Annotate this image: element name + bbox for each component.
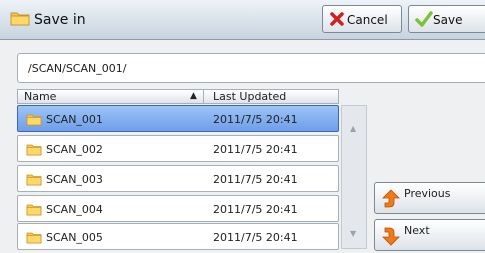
dialog-title: Save in: [34, 12, 86, 28]
previous-button[interactable]: Previous: [374, 182, 485, 214]
list-item[interactable]: SCAN_005 2011/7/5 20:41: [17, 223, 339, 250]
folder-name: SCAN_001: [46, 113, 103, 126]
folder-icon: [26, 143, 42, 159]
previous-label: Previous: [404, 187, 451, 200]
column-header-name[interactable]: Name: [24, 90, 56, 103]
arrow-up-icon: [381, 189, 401, 212]
checkmark-icon: [415, 11, 433, 30]
folder-last-updated: 2011/7/5 20:41: [213, 173, 298, 186]
cancel-x-icon: [329, 11, 345, 30]
folder-name: SCAN_005: [46, 231, 103, 244]
folder-icon: [26, 173, 42, 189]
save-label: Save: [433, 13, 463, 27]
folder-name: SCAN_003: [46, 173, 103, 186]
folder-icon: [26, 231, 42, 247]
list-scrollbar[interactable]: ▲ ▼: [341, 105, 367, 249]
list-item[interactable]: SCAN_002 2011/7/5 20:41: [17, 135, 339, 162]
list-item[interactable]: SCAN_004 2011/7/5 20:41: [17, 195, 339, 222]
list-item[interactable]: SCAN_001 2011/7/5 20:41: [17, 105, 339, 132]
folder-name: SCAN_004: [46, 203, 103, 216]
folder-last-updated: 2011/7/5 20:41: [213, 143, 298, 156]
list-item[interactable]: SCAN_003 2011/7/5 20:41: [17, 165, 339, 192]
cancel-label: Cancel: [347, 13, 388, 27]
cancel-button[interactable]: Cancel: [322, 5, 402, 33]
save-button[interactable]: Save: [408, 5, 485, 33]
scroll-down-arrow-icon[interactable]: ▼: [350, 229, 356, 238]
folder-last-updated: 2011/7/5 20:41: [213, 203, 298, 216]
column-header-last-updated[interactable]: Last Updated: [213, 90, 286, 103]
folder-icon: [26, 203, 42, 219]
title-bar: Save in Cancel Save: [0, 0, 485, 40]
folder-last-updated: 2011/7/5 20:41: [213, 231, 298, 244]
list-header: Name ▲ Last Updated: [17, 89, 339, 104]
next-button[interactable]: Next: [374, 219, 485, 251]
column-divider: [203, 90, 204, 103]
folder-list: Name ▲ Last Updated SCAN_001 2011/7/5 20…: [17, 89, 340, 251]
scroll-up-arrow-icon[interactable]: ▲: [350, 124, 356, 133]
folder-name: SCAN_002: [46, 143, 103, 156]
next-label: Next: [404, 224, 430, 237]
folder-last-updated: 2011/7/5 20:41: [213, 113, 298, 126]
arrow-down-icon: [381, 226, 401, 249]
folder-icon: [26, 113, 42, 129]
sort-ascending-icon: ▲: [190, 91, 197, 101]
current-path: /SCAN/SCAN_001/: [17, 53, 485, 83]
folder-icon: [10, 10, 30, 29]
